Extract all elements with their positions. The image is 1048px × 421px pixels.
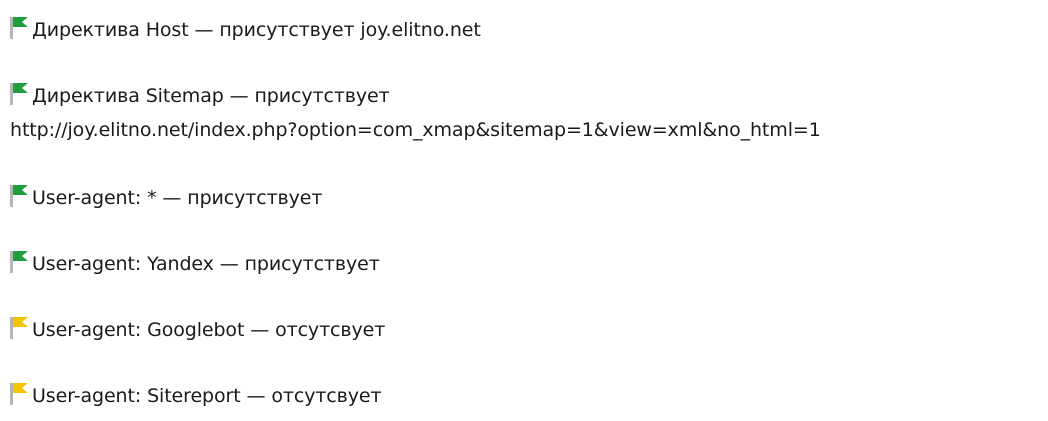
item-text: User-agent: * — присутствует [32, 187, 323, 209]
sitemap-url: http://joy.elitno.net/index.php?option=c… [10, 119, 821, 141]
list-item-user-agent-all: User-agent: * — присутствует [10, 181, 322, 215]
item-text: User-agent: Yandex — присутствует [32, 253, 380, 275]
list-item-user-agent-googlebot: User-agent: Googlebot — отсутсвует [10, 313, 385, 347]
item-text: User-agent: Googlebot — отсутсвует [32, 319, 386, 341]
item-text: Директива Sitemap — присутствует [32, 85, 390, 107]
green-flag-icon [10, 81, 28, 105]
yellow-flag-icon [10, 315, 28, 339]
item-text: Директива Host — присутствует joy.elitno… [32, 19, 481, 41]
list-item-host: Директива Host — присутствует joy.elitno… [10, 13, 481, 47]
list-item-sitemap: Директива Sitemap — присутствует http://… [10, 79, 821, 147]
item-text: User-agent: Sitereport — отсутсвует [32, 385, 382, 407]
green-flag-icon [10, 15, 28, 39]
yellow-flag-icon [10, 381, 28, 405]
green-flag-icon [10, 249, 28, 273]
list-item-user-agent-sitereport: User-agent: Sitereport — отсутсвует [10, 379, 382, 413]
green-flag-icon [10, 183, 28, 207]
list-item-user-agent-yandex: User-agent: Yandex — присутствует [10, 247, 380, 281]
robots-check-list: Директива Host — присутствует joy.elitno… [0, 0, 1048, 421]
